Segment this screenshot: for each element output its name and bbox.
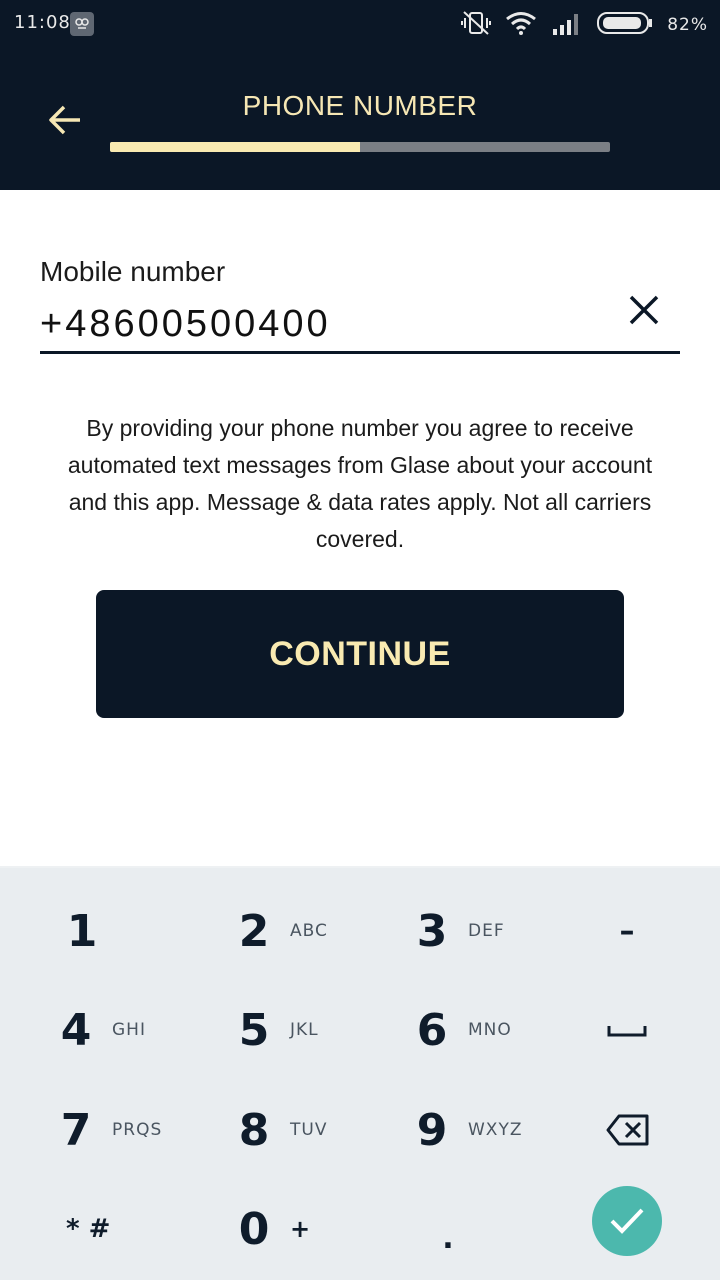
battery-percent: 82% xyxy=(667,15,708,35)
check-icon xyxy=(610,1208,644,1234)
disclaimer-text: By providing your phone number you agree… xyxy=(67,415,653,552)
battery-icon xyxy=(597,11,653,40)
app-notification-icon xyxy=(70,12,94,36)
progress-bar xyxy=(110,142,610,152)
key-4[interactable]: 4 GHI xyxy=(56,981,234,1079)
status-bar: 11:08 82% xyxy=(0,0,720,50)
key-1[interactable]: 1 xyxy=(62,882,240,980)
key-8[interactable]: 8 TUV xyxy=(234,1081,412,1179)
key-letters: GHI xyxy=(112,1020,146,1040)
field-label: Mobile number xyxy=(40,256,226,287)
phone-input[interactable] xyxy=(40,298,620,350)
key-0[interactable]: 0 + xyxy=(234,1180,412,1278)
key-digit: 9 xyxy=(416,1104,448,1156)
key-star-hash[interactable]: * # xyxy=(66,1180,244,1278)
key-letters: ABC xyxy=(290,921,328,941)
key-digit: 1 xyxy=(66,905,98,957)
key-dash[interactable]: – xyxy=(592,882,662,980)
key-6[interactable]: 6 MNO xyxy=(412,981,590,1079)
key-digit: 0 xyxy=(238,1203,270,1255)
key-3[interactable]: 3 DEF xyxy=(412,882,590,980)
key-letters: + xyxy=(290,1215,312,1243)
key-dot[interactable]: . xyxy=(428,1180,468,1278)
dot-symbol: . xyxy=(442,1220,454,1256)
numeric-keypad: 1 2 ABC 3 DEF – 4 GHI 5 JKL 6 MNO 7 PRQS… xyxy=(0,866,720,1280)
done-button[interactable] xyxy=(592,1186,662,1256)
key-digit: 3 xyxy=(416,905,448,957)
close-icon xyxy=(629,295,659,325)
key-digit: 7 xyxy=(60,1104,92,1156)
field-underline xyxy=(40,351,680,354)
vibrate-off-icon xyxy=(461,10,492,41)
key-digit: 5 xyxy=(238,1004,270,1056)
signal-icon xyxy=(551,11,583,40)
backspace-key[interactable] xyxy=(596,1081,660,1179)
wifi-icon xyxy=(505,11,537,40)
continue-button[interactable]: CONTINUE xyxy=(96,590,624,718)
key-9[interactable]: 9 WXYZ xyxy=(412,1081,590,1179)
status-time: 11:08 xyxy=(14,12,71,33)
backspace-icon xyxy=(606,1114,649,1146)
key-letters: MNO xyxy=(468,1020,512,1040)
key-letters: WXYZ xyxy=(468,1120,523,1140)
star-hash-symbol: * # xyxy=(66,1214,111,1244)
key-space[interactable] xyxy=(592,981,662,1079)
space-icon xyxy=(607,1026,647,1037)
dash-symbol: – xyxy=(619,913,635,949)
key-letters: TUV xyxy=(290,1120,328,1140)
key-digit: 4 xyxy=(60,1004,92,1056)
key-digit: 2 xyxy=(238,905,270,957)
key-5[interactable]: 5 JKL xyxy=(234,981,412,1079)
key-letters: PRQS xyxy=(112,1120,163,1140)
progress-fill xyxy=(110,142,360,152)
key-2[interactable]: 2 ABC xyxy=(234,882,412,980)
header: PHONE NUMBER xyxy=(0,50,720,190)
key-digit: 6 xyxy=(416,1004,448,1056)
page-title: PHONE NUMBER xyxy=(242,90,478,121)
key-letters: JKL xyxy=(290,1020,319,1040)
clear-button[interactable] xyxy=(622,288,666,332)
key-letters: DEF xyxy=(468,921,505,941)
key-7[interactable]: 7 PRQS xyxy=(56,1081,234,1179)
key-digit: 8 xyxy=(238,1104,270,1156)
